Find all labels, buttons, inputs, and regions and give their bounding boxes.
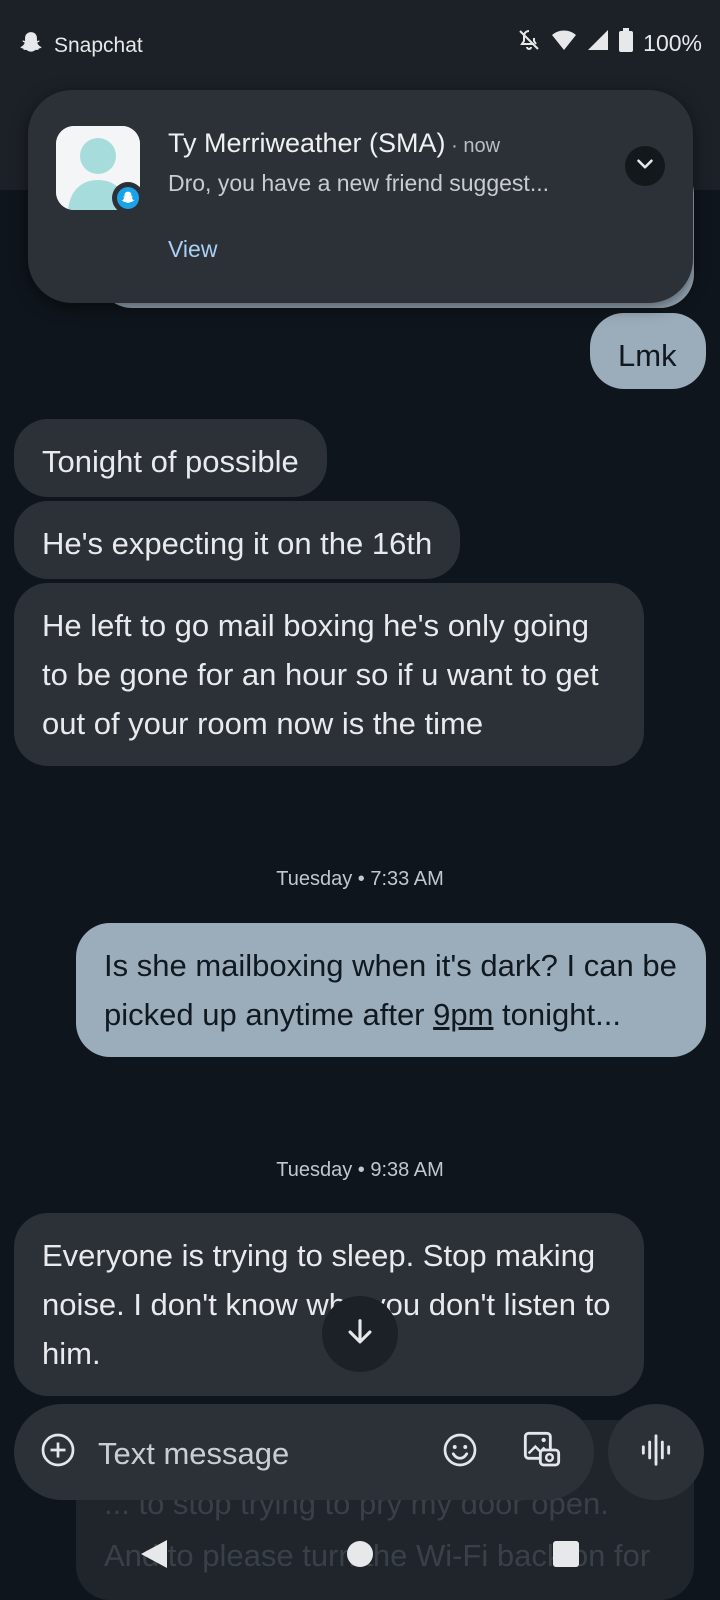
message-bubble-incoming[interactable]: He left to go mail boxing he's only goin… (14, 583, 644, 766)
message-text: Lmk (618, 338, 677, 373)
image-gallery-icon (522, 1430, 562, 1475)
home-icon (346, 1540, 374, 1573)
message-bubble-outgoing[interactable]: Is she mailboxing when it's dark? I can … (76, 923, 706, 1057)
notification-body: Dro, you have a new friend suggest... (168, 170, 549, 196)
chevron-down-icon (632, 151, 658, 182)
message-text: He left to go mail boxing he's only goin… (42, 608, 599, 741)
timestamp: Tuesday • 9:38 AM (276, 1159, 444, 1181)
arrow-down-icon (343, 1315, 377, 1354)
snapchat-ghost-icon (18, 30, 44, 62)
message-text: He's expecting it on the 16th (42, 526, 433, 561)
status-app-name: Snapchat (54, 34, 143, 57)
heads-up-notification[interactable]: Ty Merriweather (SMA) · now Dro, you hav… (28, 90, 693, 303)
notifications-muted-icon (517, 28, 541, 58)
gallery-button[interactable] (518, 1428, 566, 1476)
snapchat-ghost-icon (112, 182, 144, 214)
message-text: tonight... (493, 997, 621, 1032)
notification-sender: Ty Merriweather (SMA) (168, 128, 446, 158)
message-bubble-incoming[interactable]: Tonight of possible (14, 419, 327, 497)
nav-recents-button[interactable] (546, 1536, 586, 1576)
status-app: Snapchat (18, 30, 143, 62)
message-bubble-incoming[interactable]: Everyone is trying to sleep. Stop making… (14, 1213, 644, 1396)
status-bar: Snapchat 100% (0, 0, 720, 90)
voice-message-button[interactable] (608, 1404, 704, 1500)
message-text: Tonight of possible (42, 444, 299, 479)
cell-signal-icon (587, 29, 609, 57)
status-icons: 100% (517, 28, 702, 58)
battery-percent: 100% (643, 29, 702, 56)
message-bubble-outgoing[interactable]: Lmk (590, 313, 706, 389)
message-bubble-incoming[interactable]: He's expecting it on the 16th (14, 501, 461, 579)
wifi-icon (551, 28, 577, 58)
notification-view-action[interactable]: View (168, 236, 217, 263)
nav-back-button[interactable] (134, 1536, 174, 1576)
recents-icon (552, 1540, 580, 1573)
battery-icon (619, 28, 634, 58)
message-input[interactable] (98, 1434, 418, 1474)
add-attachment-button[interactable] (36, 1430, 80, 1474)
emoji-button[interactable] (438, 1430, 482, 1474)
compose-bar (14, 1404, 594, 1500)
add-circle-icon (40, 1432, 76, 1473)
notification-title: Ty Merriweather (SMA) · now (168, 128, 501, 158)
nav-home-button[interactable] (340, 1536, 380, 1576)
system-navigation-bar (0, 1510, 720, 1600)
back-icon (139, 1538, 169, 1575)
emoji-icon (442, 1432, 478, 1473)
notification-time: now (463, 135, 501, 157)
voice-wave-icon (637, 1431, 675, 1474)
scroll-to-bottom-button[interactable] (322, 1296, 398, 1372)
notification-expand-button[interactable] (625, 146, 665, 186)
timestamp: Tuesday • 7:33 AM (276, 868, 444, 890)
message-link[interactable]: 9pm (433, 997, 493, 1032)
